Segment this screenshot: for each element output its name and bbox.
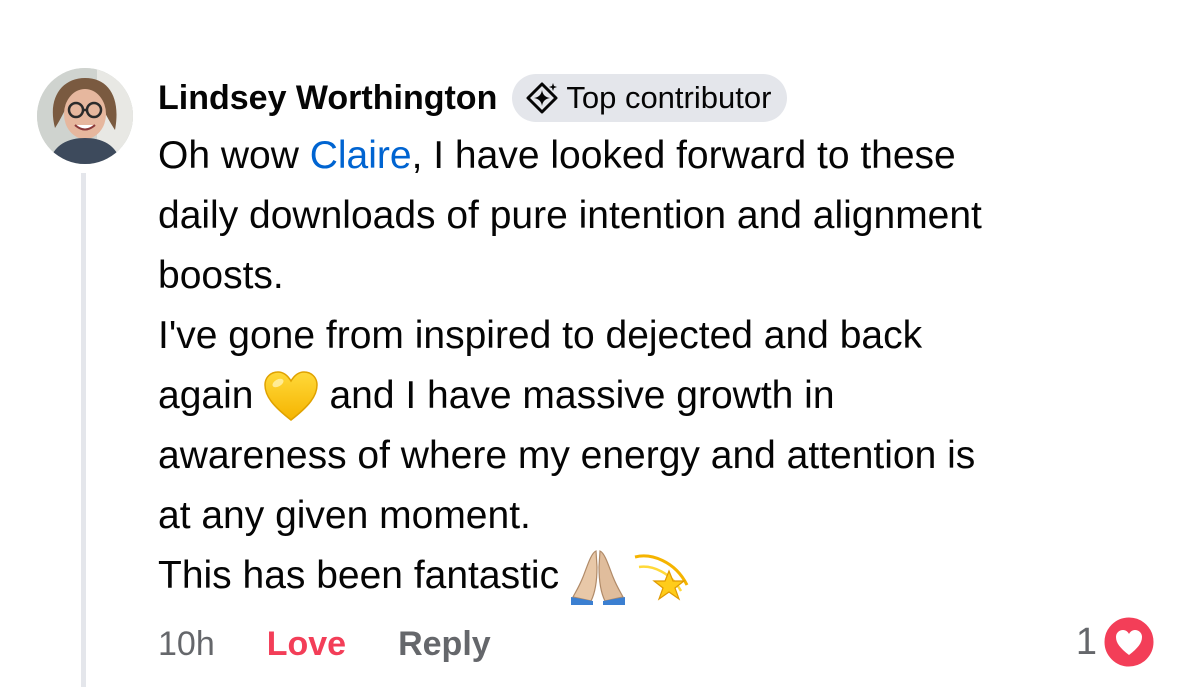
comment-text: daily downloads of pure intention and al… [158, 194, 982, 237]
comment: Lindsey Worthington Top contributor Oh w… [0, 0, 1179, 687]
comment-text: and I have massive growth in [329, 374, 835, 417]
folded-hands-icon [571, 550, 626, 605]
comment-line: again and I have massive growth in [158, 366, 1158, 426]
comment-line: daily downloads of pure intention and al… [158, 186, 1158, 246]
timestamp[interactable]: 10h [158, 625, 215, 664]
avatar[interactable] [37, 68, 133, 164]
badge-label: Top contributor [566, 80, 772, 115]
comment-footer: 10h Love Reply [158, 618, 491, 670]
comment-line: awareness of where my energy and attenti… [158, 426, 1158, 486]
reaction-summary[interactable]: 1 [1076, 614, 1157, 670]
reaction-count: 1 [1075, 620, 1097, 663]
comment-text: at any given moment. [158, 494, 531, 537]
diamond-sparkle-icon [526, 82, 558, 114]
reply-button[interactable]: Reply [398, 625, 491, 664]
love-reaction-icon [1101, 614, 1157, 670]
comment-header: Lindsey Worthington Top contributor [158, 72, 788, 124]
comment-line: at any given moment. [158, 486, 1158, 546]
comment-line: boosts. [158, 246, 1158, 306]
comment-text: , I have looked forward to these [411, 134, 956, 177]
love-reaction-button[interactable]: Love [267, 625, 346, 664]
thread-line [81, 173, 86, 687]
comment-text: This has been fantastic [158, 554, 560, 597]
yellow-heart-icon [264, 371, 319, 421]
top-contributor-badge[interactable]: Top contributor [512, 74, 788, 122]
comment-text: I've gone from inspired to dejected and … [158, 314, 923, 357]
comment-line: Oh wow Claire , I have looked forward to… [158, 126, 1158, 186]
comment-line: I've gone from inspired to dejected and … [158, 306, 1158, 366]
comment-text: awareness of where my energy and attenti… [158, 434, 976, 477]
dizzy-star-icon [634, 554, 689, 601]
comment-line: This has been fantastic [158, 546, 1158, 606]
comment-text: boosts. [158, 254, 284, 297]
comment-text: Oh wow [158, 134, 310, 177]
comment-text: again [158, 374, 254, 417]
comment-body: Oh wow Claire , I have looked forward to… [158, 126, 1158, 606]
mention-link[interactable]: Claire [310, 126, 412, 186]
author-name[interactable]: Lindsey Worthington [158, 79, 497, 118]
